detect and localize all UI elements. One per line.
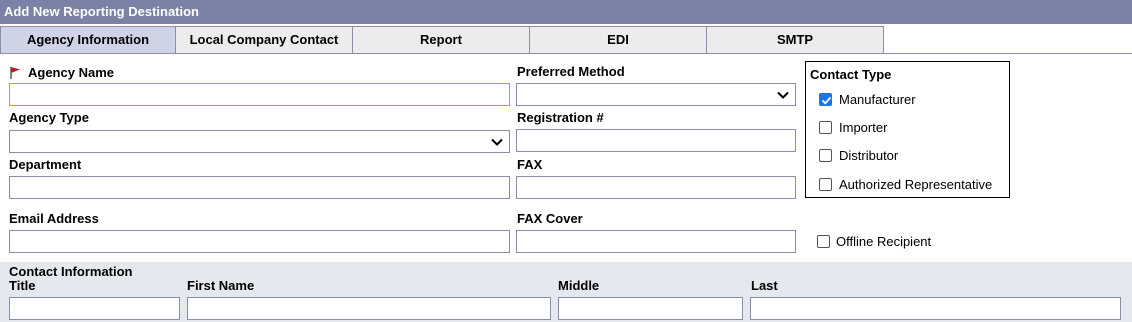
offline-recipient-checkbox[interactable] bbox=[817, 235, 830, 248]
last-label: Last bbox=[751, 278, 778, 293]
department-input[interactable] bbox=[9, 176, 510, 199]
email-address-label: Email Address bbox=[9, 211, 99, 226]
contact-information-section: Contact Information Title First Name Mid… bbox=[0, 262, 1132, 322]
tab-bar: Agency Information Local Company Contact… bbox=[0, 24, 1132, 54]
email-address-input[interactable] bbox=[9, 230, 510, 253]
preferred-method-select[interactable] bbox=[516, 83, 796, 106]
agency-name-label: Agency Name bbox=[28, 65, 114, 80]
first-name-input[interactable] bbox=[187, 297, 551, 320]
tab-smtp[interactable]: SMTP bbox=[706, 26, 884, 53]
distributor-label: Distributor bbox=[839, 148, 899, 163]
agency-type-label: Agency Type bbox=[9, 110, 89, 125]
checkmark-icon bbox=[821, 96, 832, 105]
tab-agency-information[interactable]: Agency Information bbox=[0, 26, 176, 53]
contact-type-group: Contact Type Manufacturer Importer Distr… bbox=[805, 61, 1010, 198]
importer-checkbox[interactable] bbox=[819, 121, 832, 134]
middle-input[interactable] bbox=[558, 297, 743, 320]
last-input[interactable] bbox=[750, 297, 1121, 320]
registration-input[interactable] bbox=[516, 129, 796, 152]
tab-report[interactable]: Report bbox=[352, 26, 530, 53]
authorized-representative-label: Authorized Representative bbox=[839, 177, 993, 192]
title-label: Title bbox=[9, 278, 36, 293]
agency-name-input[interactable] bbox=[9, 83, 510, 106]
contact-type-title: Contact Type bbox=[810, 67, 892, 82]
registration-label: Registration # bbox=[517, 110, 604, 125]
authorized-representative-checkbox[interactable] bbox=[819, 178, 832, 191]
fax-cover-input[interactable] bbox=[516, 230, 796, 253]
dialog-title: Add New Reporting Destination bbox=[0, 0, 1132, 24]
tab-local-company-contact[interactable]: Local Company Contact bbox=[175, 26, 353, 53]
chevron-down-icon bbox=[777, 91, 789, 99]
first-name-label: First Name bbox=[187, 278, 255, 293]
agency-type-select[interactable] bbox=[9, 130, 510, 153]
required-flag-icon bbox=[10, 67, 20, 79]
preferred-method-label: Preferred Method bbox=[517, 64, 625, 79]
fax-input[interactable] bbox=[516, 176, 796, 199]
distributor-checkbox[interactable] bbox=[819, 149, 832, 162]
offline-recipient-label: Offline Recipient bbox=[836, 234, 932, 249]
department-label: Department bbox=[9, 157, 82, 172]
tab-edi[interactable]: EDI bbox=[529, 26, 707, 53]
manufacturer-checkbox[interactable] bbox=[819, 93, 832, 106]
fax-cover-label: FAX Cover bbox=[517, 211, 583, 226]
manufacturer-label: Manufacturer bbox=[839, 92, 916, 107]
contact-information-label: Contact Information bbox=[9, 264, 133, 279]
fax-label: FAX bbox=[517, 157, 543, 172]
chevron-down-icon bbox=[491, 138, 503, 146]
importer-label: Importer bbox=[839, 120, 888, 135]
title-input[interactable] bbox=[9, 297, 180, 320]
middle-label: Middle bbox=[558, 278, 600, 293]
